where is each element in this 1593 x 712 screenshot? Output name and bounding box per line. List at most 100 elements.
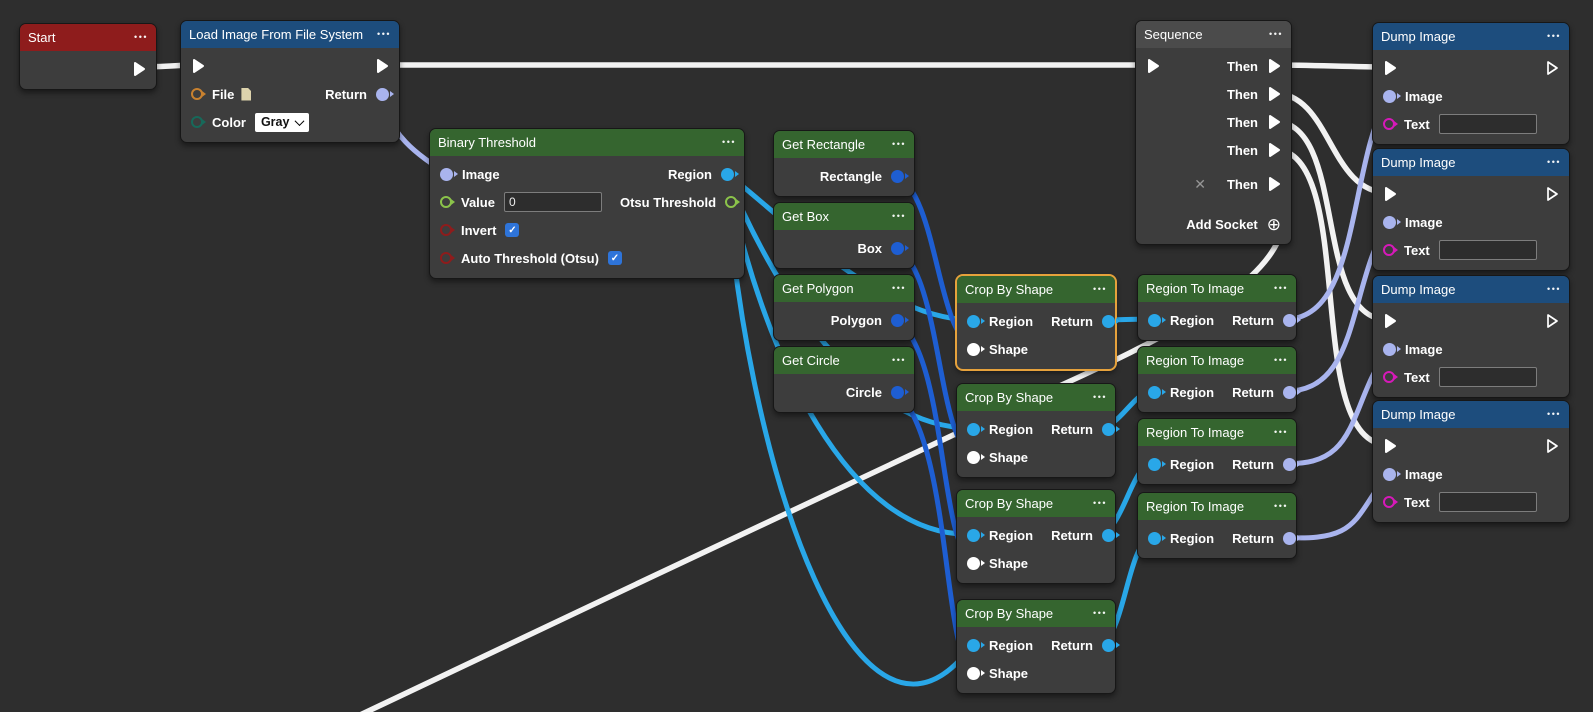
node-header[interactable]: Crop By Shape •••: [957, 384, 1115, 411]
auto-threshold-checkbox[interactable]: ✓: [608, 251, 622, 265]
exec-out-pin[interactable]: [1267, 114, 1281, 130]
color-select[interactable]: Gray: [255, 113, 310, 132]
exec-out-pin[interactable]: [1545, 186, 1559, 202]
remove-socket-icon[interactable]: ✕: [1194, 177, 1206, 191]
return-output-socket[interactable]: [1283, 458, 1296, 471]
shape-input-socket[interactable]: [967, 343, 980, 356]
node-header[interactable]: Load Image From File System •••: [181, 21, 399, 48]
exec-out-pin[interactable]: [1545, 438, 1559, 454]
invert-checkbox[interactable]: ✓: [505, 223, 519, 237]
exec-out-pin[interactable]: [1267, 58, 1281, 74]
exec-in-pin[interactable]: [1383, 186, 1397, 202]
rectangle-output-socket[interactable]: [891, 170, 904, 183]
node-header[interactable]: Region To Image •••: [1138, 347, 1296, 374]
exec-out-pin[interactable]: [1267, 142, 1281, 158]
menu-icon[interactable]: •••: [1093, 499, 1107, 508]
node-region-to-image-1[interactable]: Region To Image ••• Region Return: [1137, 274, 1297, 341]
region-input-socket[interactable]: [1148, 458, 1161, 471]
node-region-to-image-4[interactable]: Region To Image ••• Region Return: [1137, 492, 1297, 559]
polygon-output-socket[interactable]: [891, 314, 904, 327]
exec-out-pin[interactable]: [1267, 86, 1281, 102]
exec-out-pin[interactable]: [132, 61, 146, 77]
return-output-socket[interactable]: [1283, 532, 1296, 545]
text-field[interactable]: [1439, 367, 1537, 387]
node-header[interactable]: Region To Image •••: [1138, 275, 1296, 302]
node-load-image[interactable]: Load Image From File System ••• File Ret…: [180, 20, 400, 143]
text-input-socket[interactable]: [1383, 244, 1395, 256]
text-input-socket[interactable]: [1383, 496, 1395, 508]
image-input-socket[interactable]: [1383, 216, 1396, 229]
node-header[interactable]: Binary Threshold •••: [430, 129, 744, 156]
menu-icon[interactable]: •••: [1274, 502, 1288, 511]
exec-out-pin[interactable]: [1545, 60, 1559, 76]
menu-icon[interactable]: •••: [892, 212, 906, 221]
menu-icon[interactable]: •••: [722, 138, 736, 147]
circle-output-socket[interactable]: [891, 386, 904, 399]
shape-input-socket[interactable]: [967, 667, 980, 680]
menu-icon[interactable]: •••: [377, 30, 391, 39]
invert-input-socket[interactable]: [440, 224, 452, 236]
color-input-socket[interactable]: [191, 116, 203, 128]
image-input-socket[interactable]: [1383, 343, 1396, 356]
node-get-polygon[interactable]: Get Polygon ••• Polygon: [773, 274, 915, 341]
node-crop-by-shape-4[interactable]: Crop By Shape ••• Region Return Shape: [956, 599, 1116, 694]
menu-icon[interactable]: •••: [1547, 32, 1561, 41]
menu-icon[interactable]: •••: [1093, 393, 1107, 402]
node-region-to-image-2[interactable]: Region To Image ••• Region Return: [1137, 346, 1297, 413]
node-header[interactable]: Region To Image •••: [1138, 419, 1296, 446]
region-input-socket[interactable]: [967, 423, 980, 436]
auto-threshold-input-socket[interactable]: [440, 252, 452, 264]
return-output-socket[interactable]: [1102, 639, 1115, 652]
return-output-socket[interactable]: [1102, 529, 1115, 542]
menu-icon[interactable]: •••: [892, 284, 906, 293]
add-socket-icon[interactable]: ⊕: [1267, 216, 1281, 233]
text-input-socket[interactable]: [1383, 371, 1395, 383]
node-get-circle[interactable]: Get Circle ••• Circle: [773, 346, 915, 413]
image-input-socket[interactable]: [1383, 90, 1396, 103]
menu-icon[interactable]: •••: [1547, 158, 1561, 167]
menu-icon[interactable]: •••: [1269, 30, 1283, 39]
node-header[interactable]: Dump Image •••: [1373, 149, 1569, 176]
image-input-socket[interactable]: [440, 168, 453, 181]
node-header[interactable]: Crop By Shape •••: [957, 490, 1115, 517]
region-input-socket[interactable]: [1148, 532, 1161, 545]
menu-icon[interactable]: •••: [1547, 410, 1561, 419]
text-input-socket[interactable]: [1383, 118, 1395, 130]
shape-input-socket[interactable]: [967, 557, 980, 570]
node-header[interactable]: Get Polygon •••: [774, 275, 914, 302]
shape-input-socket[interactable]: [967, 451, 980, 464]
node-header[interactable]: Dump Image •••: [1373, 276, 1569, 303]
node-crop-by-shape-1[interactable]: Crop By Shape ••• Region Return Shape: [956, 275, 1116, 370]
node-get-rectangle[interactable]: Get Rectangle ••• Rectangle: [773, 130, 915, 197]
text-field[interactable]: [1439, 240, 1537, 260]
node-binary-threshold[interactable]: Binary Threshold ••• Image Region Value …: [429, 128, 745, 279]
node-header[interactable]: Region To Image •••: [1138, 493, 1296, 520]
return-output-socket[interactable]: [1102, 315, 1115, 328]
node-dump-image-1[interactable]: Dump Image ••• Image Text: [1372, 22, 1570, 145]
menu-icon[interactable]: •••: [892, 140, 906, 149]
node-header[interactable]: Dump Image •••: [1373, 401, 1569, 428]
exec-out-pin[interactable]: [1545, 313, 1559, 329]
node-region-to-image-3[interactable]: Region To Image ••• Region Return: [1137, 418, 1297, 485]
region-input-socket[interactable]: [967, 315, 980, 328]
region-output-socket[interactable]: [721, 168, 734, 181]
region-input-socket[interactable]: [1148, 314, 1161, 327]
node-dump-image-2[interactable]: Dump Image ••• Image Text: [1372, 148, 1570, 271]
node-header[interactable]: Crop By Shape •••: [957, 600, 1115, 627]
node-header[interactable]: Dump Image •••: [1373, 23, 1569, 50]
node-header[interactable]: Crop By Shape •••: [957, 276, 1115, 303]
file-picker-icon[interactable]: [241, 88, 251, 101]
node-header[interactable]: Sequence •••: [1136, 21, 1291, 48]
return-output-socket[interactable]: [1102, 423, 1115, 436]
image-input-socket[interactable]: [1383, 468, 1396, 481]
region-input-socket[interactable]: [967, 639, 980, 652]
text-field[interactable]: [1439, 114, 1537, 134]
node-start[interactable]: Start •••: [19, 23, 157, 90]
menu-icon[interactable]: •••: [1547, 285, 1561, 294]
exec-out-pin[interactable]: [1267, 176, 1281, 192]
node-editor-canvas[interactable]: Start ••• Load Image From File System ••…: [0, 0, 1593, 712]
region-input-socket[interactable]: [1148, 386, 1161, 399]
region-input-socket[interactable]: [967, 529, 980, 542]
text-field[interactable]: [1439, 492, 1537, 512]
node-header[interactable]: Get Circle •••: [774, 347, 914, 374]
